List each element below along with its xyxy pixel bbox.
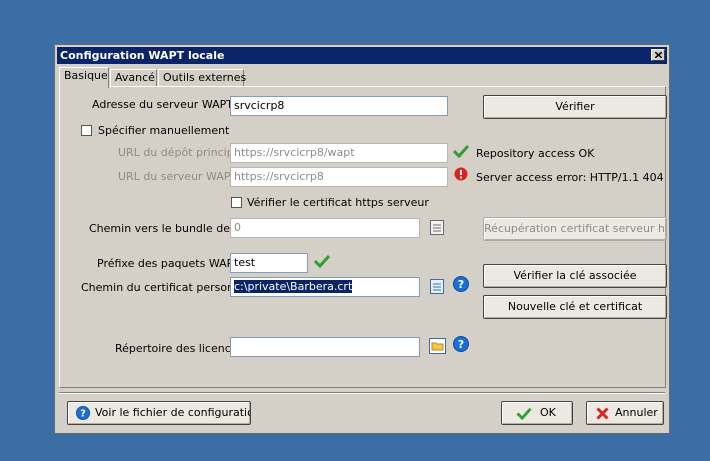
browse-folder-icon[interactable] bbox=[429, 338, 446, 354]
cancel-icon bbox=[596, 407, 609, 420]
server-status: Server access error: HTTP/1.1 404 Not I bbox=[476, 171, 667, 184]
ok-label: OK bbox=[540, 406, 556, 419]
repo-url-label: URL du dépôt principal bbox=[118, 146, 244, 159]
manual-checkbox[interactable] bbox=[81, 125, 92, 136]
repo-status: Repository access OK bbox=[476, 147, 595, 160]
error-icon bbox=[454, 167, 468, 181]
close-icon bbox=[655, 52, 662, 58]
prefix-label: Préfixe des paquets WAPT bbox=[97, 257, 240, 270]
cert-label: Chemin du certificat personnel bbox=[81, 281, 251, 294]
server-url-label: URL du serveur WAPT bbox=[118, 170, 238, 183]
basic-panel: Adresse du serveur WAPT : srvcicrp8 Véri… bbox=[59, 86, 667, 388]
tab-avance[interactable]: Avancé bbox=[110, 69, 157, 87]
ok-button[interactable]: OK bbox=[501, 401, 573, 425]
tab-basique[interactable]: Basique bbox=[59, 67, 109, 88]
cert-value: c:\private\Barbera.crt bbox=[234, 280, 353, 293]
prefix-input[interactable]: test bbox=[230, 253, 308, 273]
browse-file-icon[interactable] bbox=[430, 279, 444, 294]
help-icon: ? bbox=[76, 406, 90, 420]
verify-https-checkbox[interactable] bbox=[231, 197, 242, 208]
verify-key-button[interactable]: Vérifier la clé associée bbox=[483, 264, 667, 288]
tab-basique-label: Basique bbox=[64, 69, 108, 82]
browse-file-icon[interactable] bbox=[430, 220, 444, 235]
help-icon[interactable]: ? bbox=[453, 336, 469, 352]
close-button[interactable] bbox=[651, 49, 665, 61]
verify-button[interactable]: Vérifier bbox=[483, 95, 667, 119]
config-dialog: Configuration WAPT locale Basique Avancé… bbox=[54, 44, 670, 434]
svg-text:?: ? bbox=[80, 409, 86, 420]
tab-outils-externes[interactable]: Outils externes bbox=[158, 69, 247, 87]
check-icon bbox=[516, 407, 532, 420]
tab-outils-label: Outils externes bbox=[163, 71, 247, 84]
new-key-button[interactable]: Nouvelle clé et certificat bbox=[483, 295, 667, 319]
footer-separator bbox=[59, 392, 665, 394]
help-icon[interactable]: ? bbox=[453, 276, 469, 292]
server-label: Adresse du serveur WAPT : bbox=[92, 98, 241, 111]
ca-input[interactable]: 0 bbox=[230, 218, 420, 238]
manual-label: Spécifier manuellement bbox=[98, 124, 230, 137]
svg-text:?: ? bbox=[458, 278, 464, 291]
dialog-title: Configuration WAPT locale bbox=[60, 49, 225, 62]
server-input[interactable]: srvcicrp8 bbox=[230, 96, 448, 116]
tab-avance-label: Avancé bbox=[115, 71, 155, 84]
view-config-label: Voir le fichier de configuration bbox=[95, 406, 251, 419]
licences-label: Répertoire des licences bbox=[115, 342, 244, 355]
licences-input[interactable] bbox=[230, 337, 420, 357]
repo-url-input[interactable]: https://srvcicrp8/wapt bbox=[230, 143, 448, 163]
verify-https-label: Vérifier le certificat https serveur bbox=[247, 196, 429, 209]
cert-input[interactable]: c:\private\Barbera.crt bbox=[230, 277, 420, 297]
server-url-input[interactable]: https://srvcicrp8 bbox=[230, 167, 448, 187]
ca-label: Chemin vers le bundle de CA bbox=[89, 222, 249, 235]
svg-text:?: ? bbox=[458, 338, 464, 351]
view-config-button[interactable]: ? Voir le fichier de configuration bbox=[67, 401, 251, 425]
check-icon bbox=[453, 144, 469, 158]
check-icon bbox=[314, 254, 330, 268]
title-bar: Configuration WAPT locale bbox=[57, 47, 667, 64]
fetch-cert-button[interactable]: Récupération certificat serveur https bbox=[483, 217, 667, 241]
cancel-label: Annuler bbox=[615, 406, 658, 419]
cancel-button[interactable]: Annuler bbox=[586, 401, 664, 425]
